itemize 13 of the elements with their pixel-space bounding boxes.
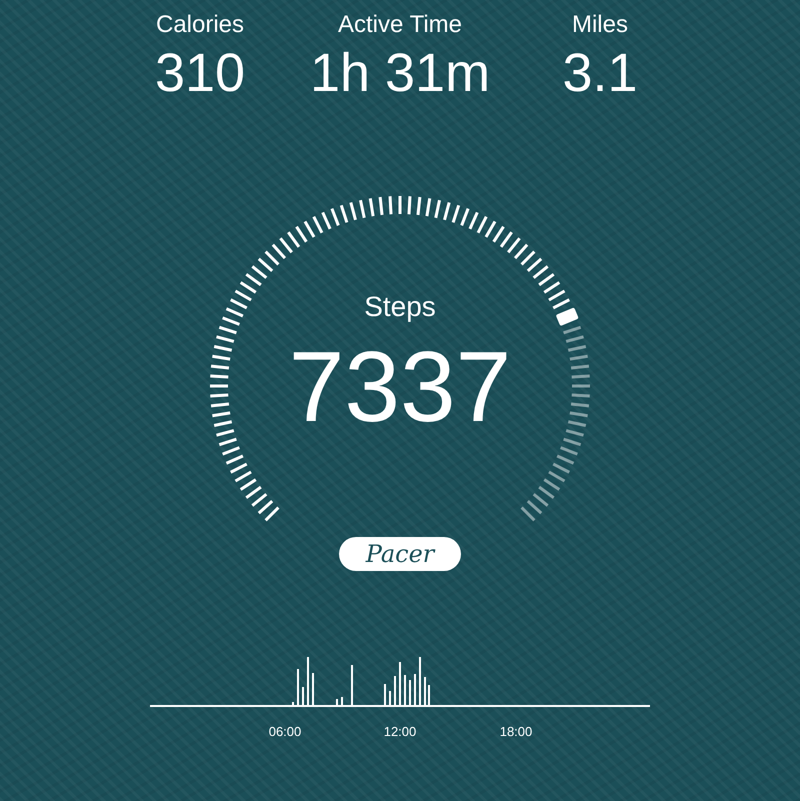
time-tick-label: 06:00 [268,724,302,739]
stat-value: 3.1 [562,42,638,105]
brand-logo: Pacer [339,537,461,571]
stat-label: Miles [572,10,628,40]
steps-label: Steps [364,291,436,323]
time-tick-label: 18:00 [498,724,534,739]
stat-label: Calories [156,10,244,40]
time-tick-label: 12:00 [382,724,418,739]
stat-value: 1h 31m [310,42,490,105]
steps-count: 7337 [288,330,512,445]
progress-marker [553,305,582,328]
stat-label: Active Time [338,10,462,40]
stat-value: 310 [154,42,246,105]
